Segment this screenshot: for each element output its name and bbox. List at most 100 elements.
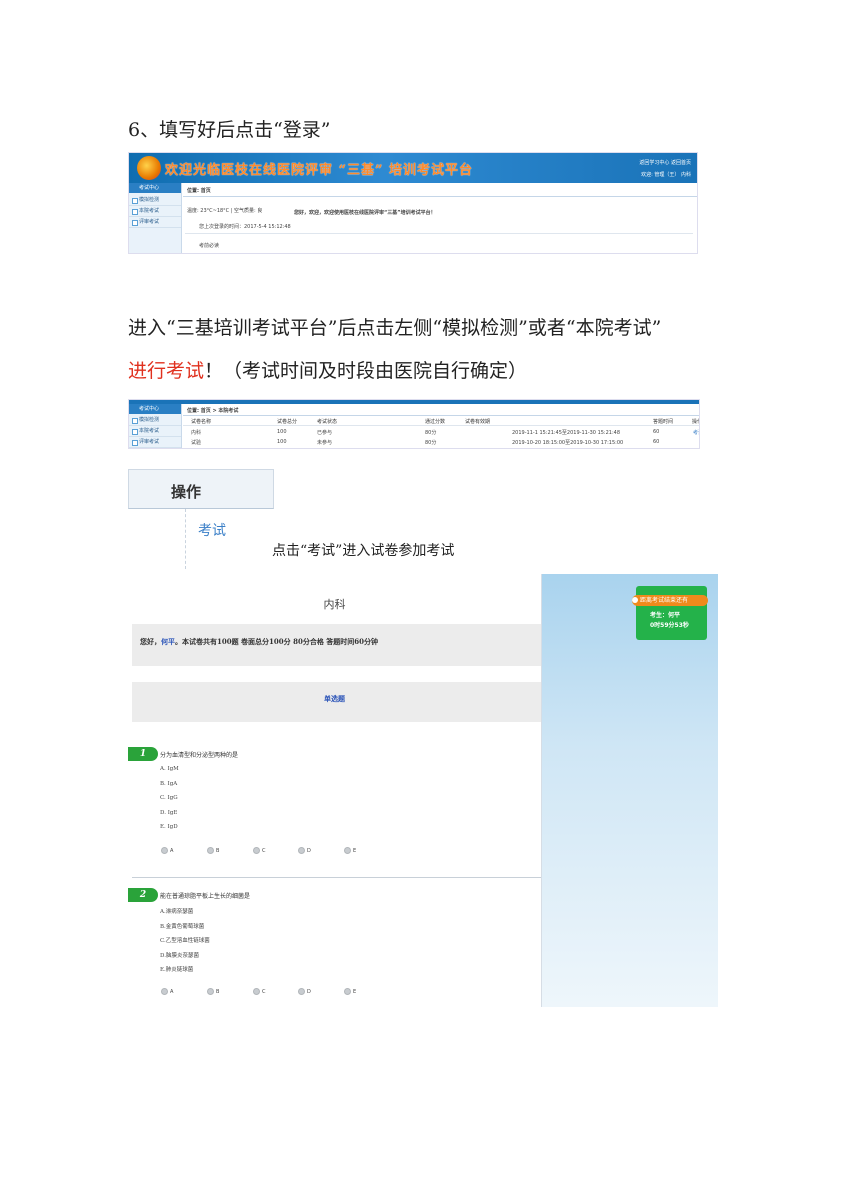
- platform-logo-icon: [137, 156, 161, 180]
- sidebar-item-label: 评审考试: [139, 219, 160, 225]
- sidebar-item-review-exam[interactable]: 评审考试: [129, 217, 181, 228]
- question-number-badge: 2: [128, 888, 158, 902]
- answer-radio-a[interactable]: [161, 988, 168, 995]
- sidebar: 考试中心 模拟检测 本院考试 评审考试: [129, 404, 182, 448]
- divider: [183, 415, 699, 416]
- answer-radio-b[interactable]: [207, 847, 214, 854]
- timer-examinee: 考生：何平: [650, 612, 681, 619]
- square-icon: [132, 440, 138, 446]
- instruction-rest: ！（考试时间及时段由医院自行确定）: [204, 360, 528, 382]
- sidebar-item-hospital-exam[interactable]: 本院考试: [129, 206, 181, 217]
- platform-banner: 欢迎光临医枝在线医院评审 “三基” 培训考试平台 返回学习中心 返回首页 欢迎:…: [129, 153, 697, 183]
- table-cell: 已参与: [317, 430, 333, 436]
- sidebar-item-label: 本院考试: [139, 208, 160, 214]
- weather-text: 温度: 23°C~18°C | 空气质量: 良: [187, 208, 263, 214]
- breadcrumb: 位置: 首页: [187, 188, 211, 194]
- timer-label: 距离考试结束还有: [640, 597, 689, 604]
- operation-header-cell: 操作: [128, 469, 274, 509]
- table-cell: 100: [277, 429, 287, 435]
- sidebar-item-mock-test[interactable]: 模拟检测: [129, 415, 181, 426]
- sidebar-item-label: 模拟检测: [139, 197, 160, 203]
- caption: 点击“考试”进入试卷参加考试: [272, 543, 455, 559]
- radio-label: E: [353, 989, 357, 995]
- radio-label: C: [262, 989, 266, 995]
- countdown-timer: 距离考试结束还有 考生：何平 0时59分53秒: [632, 586, 708, 640]
- question-divider: [132, 877, 541, 878]
- column-header: 答题时间: [653, 419, 674, 425]
- timer-header: 距离考试结束还有: [632, 595, 708, 606]
- notice-link[interactable]: 考前必读: [199, 242, 219, 249]
- take-exam-link[interactable]: 考试: [198, 520, 226, 540]
- table-cell: 60: [653, 429, 660, 435]
- table-cell: 试验: [191, 440, 202, 446]
- square-icon: [132, 198, 138, 204]
- welcome-text: 您好，欢迎，欢迎使用医枝在线医院评审“三基”培训考试平台！: [294, 210, 436, 216]
- exam-title: 内科: [323, 598, 346, 611]
- radio-label: A: [170, 848, 174, 854]
- examinee-name: 何平: [161, 637, 175, 646]
- sidebar-item-hospital-exam[interactable]: 本院考试: [129, 426, 181, 437]
- square-icon: [132, 418, 138, 424]
- column-header: 试卷有效期: [465, 419, 491, 425]
- answer-radio-e[interactable]: [344, 847, 351, 854]
- last-login-text: 您上次登录的时间：2017-5-4 15:12:48: [199, 224, 291, 230]
- answer-radio-b[interactable]: [207, 988, 214, 995]
- table-cell: 100: [277, 439, 287, 445]
- option-text: D.脑膜炎奈瑟菌: [160, 953, 199, 959]
- sidebar-header: 考试中心: [129, 404, 181, 414]
- radio-label: D: [307, 848, 311, 854]
- highlight-text: 进行考试: [128, 360, 205, 382]
- divider: [183, 196, 697, 197]
- sidebar-item-review-exam[interactable]: 评审考试: [129, 437, 181, 448]
- exam-paper-screenshot: 内科 您好，何平。本试卷共有100题 卷面总分100分 80分合格 答题时间60…: [128, 574, 718, 1007]
- question-text: 分为血清型和分泌型两种的是: [160, 752, 239, 759]
- answer-radio-e[interactable]: [344, 988, 351, 995]
- divider: [185, 233, 693, 234]
- clock-icon: [632, 597, 638, 603]
- radio-label: E: [353, 848, 357, 854]
- exam-info: 。本试卷共有100题 卷面总分100分 80分合格 答题时间60分钟: [175, 637, 379, 646]
- banner-title: 欢迎光临医枝在线医院评审 “三基” 培训考试平台: [165, 163, 474, 178]
- answer-radio-c[interactable]: [253, 847, 260, 854]
- answer-radio-c[interactable]: [253, 988, 260, 995]
- square-icon: [132, 220, 138, 226]
- question-number-badge: 1: [128, 747, 158, 761]
- table-cell: 80分: [425, 440, 437, 446]
- table-cell: 80分: [425, 430, 437, 436]
- column-header: 试卷总分: [277, 419, 298, 425]
- answer-radio-d[interactable]: [298, 847, 305, 854]
- sidebar-item-mock-test[interactable]: 模拟检测: [129, 195, 181, 206]
- welcome-prefix: 您好，: [140, 637, 161, 646]
- top-links[interactable]: 返回学习中心 返回首页: [639, 159, 691, 166]
- table-cell: 2019-10-20 18:15:00至2019-10-30 17:15:00: [512, 440, 624, 446]
- answer-radio-d[interactable]: [298, 988, 305, 995]
- take-exam-link[interactable]: 考试: [693, 429, 699, 436]
- platform-home-screenshot: 欢迎光临医枝在线医院评审 “三基” 培训考试平台 返回学习中心 返回首页 欢迎:…: [128, 152, 698, 254]
- square-icon: [132, 429, 138, 435]
- radio-label: B: [216, 989, 220, 995]
- exam-welcome: 您好，何平。本试卷共有100题 卷面总分100分 80分合格 答题时间60分钟: [140, 637, 378, 647]
- option-text: E.肺炎链球菌: [160, 967, 194, 973]
- option-text: B. IgA: [160, 781, 178, 787]
- option-text: C.乙型溶血性链球菌: [160, 938, 210, 944]
- square-icon: [132, 209, 138, 215]
- answer-radio-a[interactable]: [161, 847, 168, 854]
- option-text: A. IgM: [160, 766, 179, 772]
- instruction-line-1: 进入“三基培训考试平台”后点击左侧“模拟检测”或者“本院考试”: [128, 317, 662, 339]
- column-header: 考试状态: [317, 419, 338, 425]
- operation-header: 操作: [171, 483, 202, 501]
- section-title: 单选题: [324, 694, 345, 703]
- table-cell: 未参与: [317, 440, 333, 446]
- option-text: D. IgE: [160, 810, 178, 816]
- option-text: E. IgD: [160, 824, 178, 830]
- table-cell: 内科: [191, 430, 202, 436]
- radio-label: D: [307, 989, 311, 995]
- exam-list-screenshot: 考试中心 模拟检测 本院考试 评审考试 位置: 首页 > 本院考试 试卷名称 试…: [128, 399, 700, 449]
- option-text: A.淋病奈瑟菌: [160, 909, 194, 915]
- radio-label: A: [170, 989, 174, 995]
- column-header: 试卷名称: [191, 419, 212, 425]
- sidebar-item-label: 模拟检测: [139, 417, 160, 423]
- operation-zoom: 操作 考试: [128, 469, 274, 570]
- column-header: 通过分数: [425, 419, 446, 425]
- table-cell: 60: [653, 439, 660, 445]
